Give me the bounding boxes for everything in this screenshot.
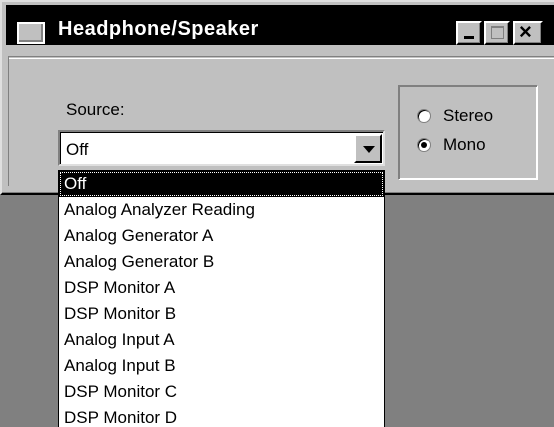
mono-radio[interactable] [417,138,431,152]
source-label: Source: [66,100,125,119]
window-title: Headphone/Speaker [58,18,259,40]
source-option-dsp-monitor-a[interactable]: DSP Monitor A [59,275,384,301]
source-option-analog-input-b[interactable]: Analog Input B [59,353,384,379]
source-option-dsp-monitor-d[interactable]: DSP Monitor D [59,405,384,427]
source-option-analog-generator-b[interactable]: Analog Generator B [59,249,384,275]
stereo-radio[interactable] [417,109,431,123]
channel-mode-group: Stereo Mono [398,85,538,180]
maximize-icon [491,26,504,39]
source-option-analog-generator-a[interactable]: Analog Generator A [59,223,384,249]
source-dropdown-button[interactable] [354,134,382,163]
close-icon: × [519,19,532,44]
mono-option[interactable]: Mono [417,135,486,155]
source-select[interactable]: Off [58,130,385,166]
minimize-button[interactable] [456,21,482,45]
minimize-icon [464,36,474,39]
source-option-dsp-monitor-b[interactable]: DSP Monitor B [59,301,384,327]
maximize-button[interactable] [484,21,510,45]
source-option-dsp-monitor-c[interactable]: DSP Monitor C [59,379,384,405]
source-option-off[interactable]: Off [59,171,384,197]
source-options-list[interactable]: Off Analog Analyzer Reading Analog Gener… [58,170,385,427]
chevron-down-icon [363,146,375,153]
window-icon[interactable] [17,22,45,44]
source-option-analog-input-a[interactable]: Analog Input A [59,327,384,353]
close-button[interactable]: × [513,19,543,45]
source-select-value: Off [66,140,89,159]
stereo-option[interactable]: Stereo [417,106,493,126]
source-option-analog-analyzer-reading[interactable]: Analog Analyzer Reading [59,197,384,223]
mono-label: Mono [443,135,486,154]
stereo-label: Stereo [443,106,494,125]
